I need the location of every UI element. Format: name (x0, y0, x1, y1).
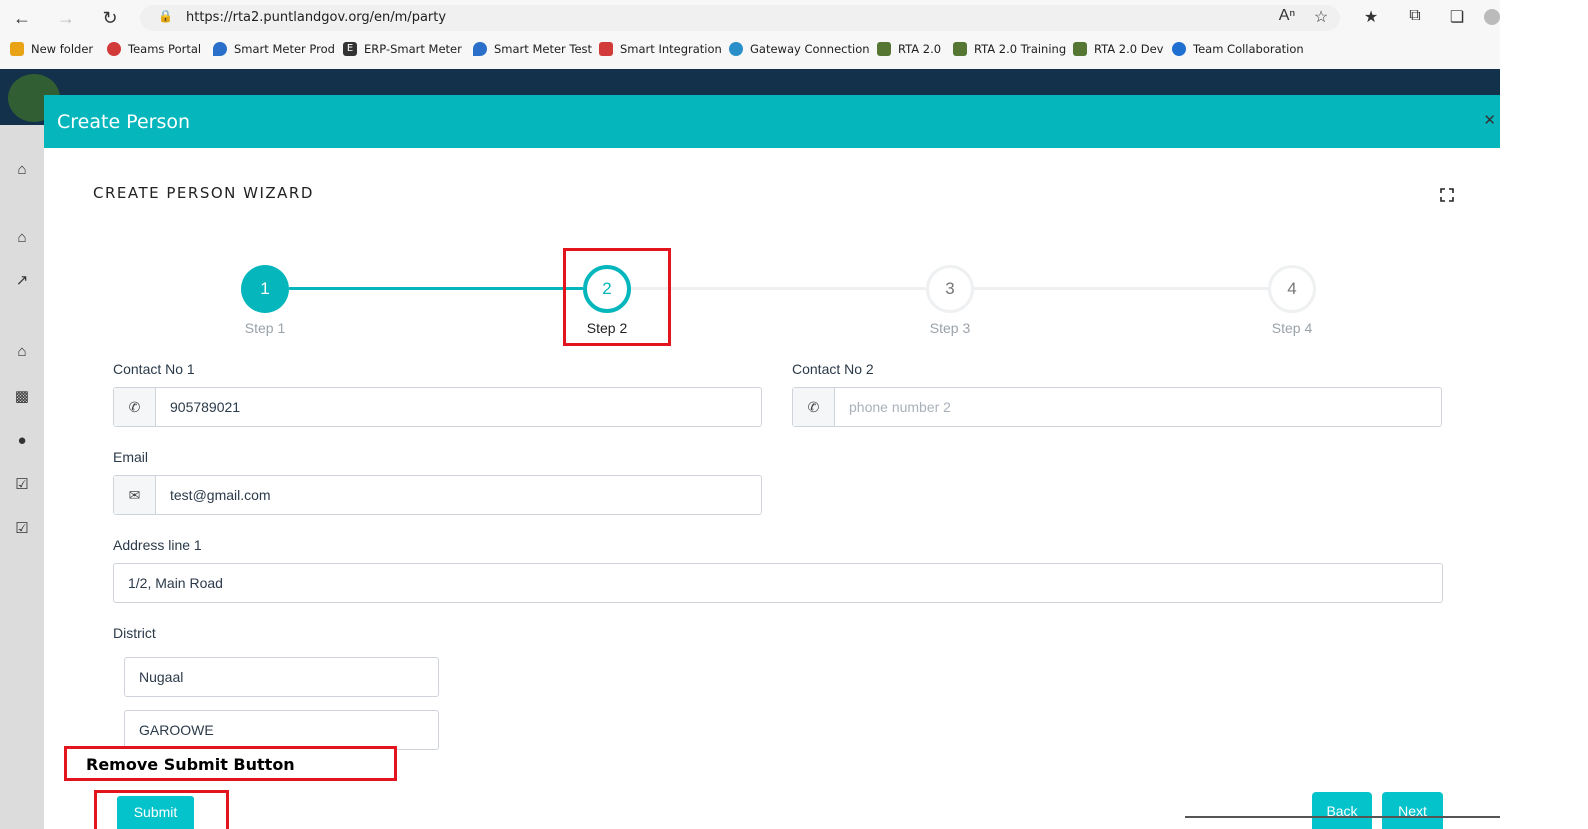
step-connector (974, 287, 1268, 290)
next-button[interactable]: Next (1382, 792, 1443, 829)
bookmark-item[interactable]: Smart Meter Test (473, 42, 592, 56)
contact2-label: Contact No 2 (792, 361, 874, 377)
bookmark-item[interactable]: E ERP-Smart Meter (343, 42, 462, 56)
step-connector (631, 287, 926, 290)
bookmark-item[interactable]: Team Collaboration (1172, 42, 1304, 56)
fullscreen-icon[interactable] (1440, 188, 1454, 202)
water-drop-icon (473, 42, 487, 56)
huawei-icon (599, 42, 613, 56)
step-label-3: Step 3 (929, 320, 971, 336)
checkbox-icon[interactable]: ☑ (12, 519, 32, 539)
bookmark-item[interactable]: RTA 2.0 (877, 42, 941, 56)
email-input[interactable] (156, 476, 761, 514)
wizard-title: CREATE PERSON WIZARD (93, 184, 314, 202)
bookmark-item[interactable]: RTA 2.0 Training (953, 42, 1066, 56)
home-icon[interactable]: ⌂ (12, 160, 32, 180)
extensions-icon[interactable]: ❏ (1446, 7, 1468, 27)
close-icon[interactable]: ✕ (1483, 111, 1496, 129)
checkbox-icon[interactable]: ☑ (12, 475, 32, 495)
address-group (113, 563, 1443, 603)
reload-icon[interactable]: ↻ (98, 6, 122, 30)
profile-avatar-icon[interactable] (1484, 9, 1500, 25)
step-circle-3[interactable]: 3 (926, 265, 974, 313)
bookmark-item[interactable]: New folder (10, 42, 93, 56)
address-input[interactable] (114, 564, 1442, 602)
step-label-1: Step 1 (244, 320, 286, 336)
favorite-add-icon[interactable]: ☆ (1310, 7, 1332, 27)
step-circle-4[interactable]: 4 (1268, 265, 1316, 313)
bookmark-item[interactable]: RTA 2.0 Dev (1073, 42, 1164, 56)
favorites-icon[interactable]: ★ (1360, 7, 1382, 27)
bookmark-item[interactable]: Teams Portal (107, 42, 201, 56)
url-text: https://rta2.puntlandgov.org/en/m/party (186, 10, 447, 25)
home-icon[interactable]: ⌂ (12, 342, 32, 362)
car-icon[interactable]: ▩ (12, 387, 32, 407)
annotation-highlight-submit (94, 790, 229, 829)
contact2-group: ✆ (792, 387, 1442, 427)
erp-icon: E (343, 42, 357, 56)
annotation-highlight-step2 (563, 248, 671, 346)
contact1-group: ✆ (113, 387, 762, 427)
app-sidebar: ⌂ ⌂ ↗ ⌂ ▩ ● ☑ ☑ (0, 125, 44, 829)
envelope-icon: ✉ (114, 476, 156, 514)
back-button[interactable]: Back (1312, 792, 1372, 829)
modal-header: Create Person ✕ (44, 95, 1500, 148)
email-group: ✉ (113, 475, 762, 515)
contact2-input[interactable] (835, 388, 1441, 426)
folder-icon (10, 42, 24, 56)
city-group (124, 710, 439, 750)
address-bar[interactable]: 🔒 https://rta2.puntlandgov.org/en/m/part… (140, 5, 1340, 31)
district-label: District (113, 625, 156, 641)
trend-icon[interactable]: ↗ (12, 271, 32, 291)
user-icon[interactable]: ● (12, 431, 32, 451)
phone-icon: ✆ (114, 388, 156, 426)
contact1-input[interactable] (156, 388, 761, 426)
region-group (124, 657, 439, 697)
region-input[interactable] (125, 658, 438, 696)
bookmark-item[interactable]: Smart Meter Prod (213, 42, 335, 56)
back-arrow-icon[interactable]: ← (10, 6, 34, 30)
rta-emblem-icon (953, 42, 967, 56)
step-circle-1[interactable]: 1 (241, 265, 289, 313)
read-aloud-icon[interactable]: Aⁿ (1276, 7, 1298, 25)
bookmarks-bar: New folder Teams Portal Smart Meter Prod… (0, 38, 1500, 64)
scroll-divider (1185, 816, 1500, 818)
collections-icon[interactable]: ⧉ (1404, 7, 1426, 25)
bookmark-item[interactable]: Smart Integration (599, 42, 722, 56)
rta-emblem-icon (1073, 42, 1087, 56)
collaboration-icon (1172, 42, 1186, 56)
teams-portal-icon (107, 42, 121, 56)
email-label: Email (113, 449, 149, 465)
address-label: Address line 1 (113, 537, 202, 553)
phone-icon: ✆ (793, 388, 835, 426)
city-input[interactable] (125, 711, 438, 749)
gateway-icon (729, 42, 743, 56)
bookmark-item[interactable]: Gateway Connection (729, 42, 870, 56)
annotation-note: Remove Submit Button (64, 746, 397, 781)
forward-arrow-icon[interactable]: → (54, 6, 78, 30)
lock-icon: 🔒 (158, 9, 173, 23)
contact1-label: Contact No 1 (113, 361, 195, 377)
rta-emblem-icon (877, 42, 891, 56)
step-connector-done (289, 287, 583, 290)
browser-chrome: ← → ↻ 🔒 https://rta2.puntlandgov.org/en/… (0, 0, 1500, 69)
step-label-4: Step 4 (1271, 320, 1313, 336)
annotation-note-text: Remove Submit Button (86, 755, 295, 774)
modal-title: Create Person (57, 111, 191, 133)
water-drop-icon (213, 42, 227, 56)
home-icon[interactable]: ⌂ (12, 228, 32, 248)
